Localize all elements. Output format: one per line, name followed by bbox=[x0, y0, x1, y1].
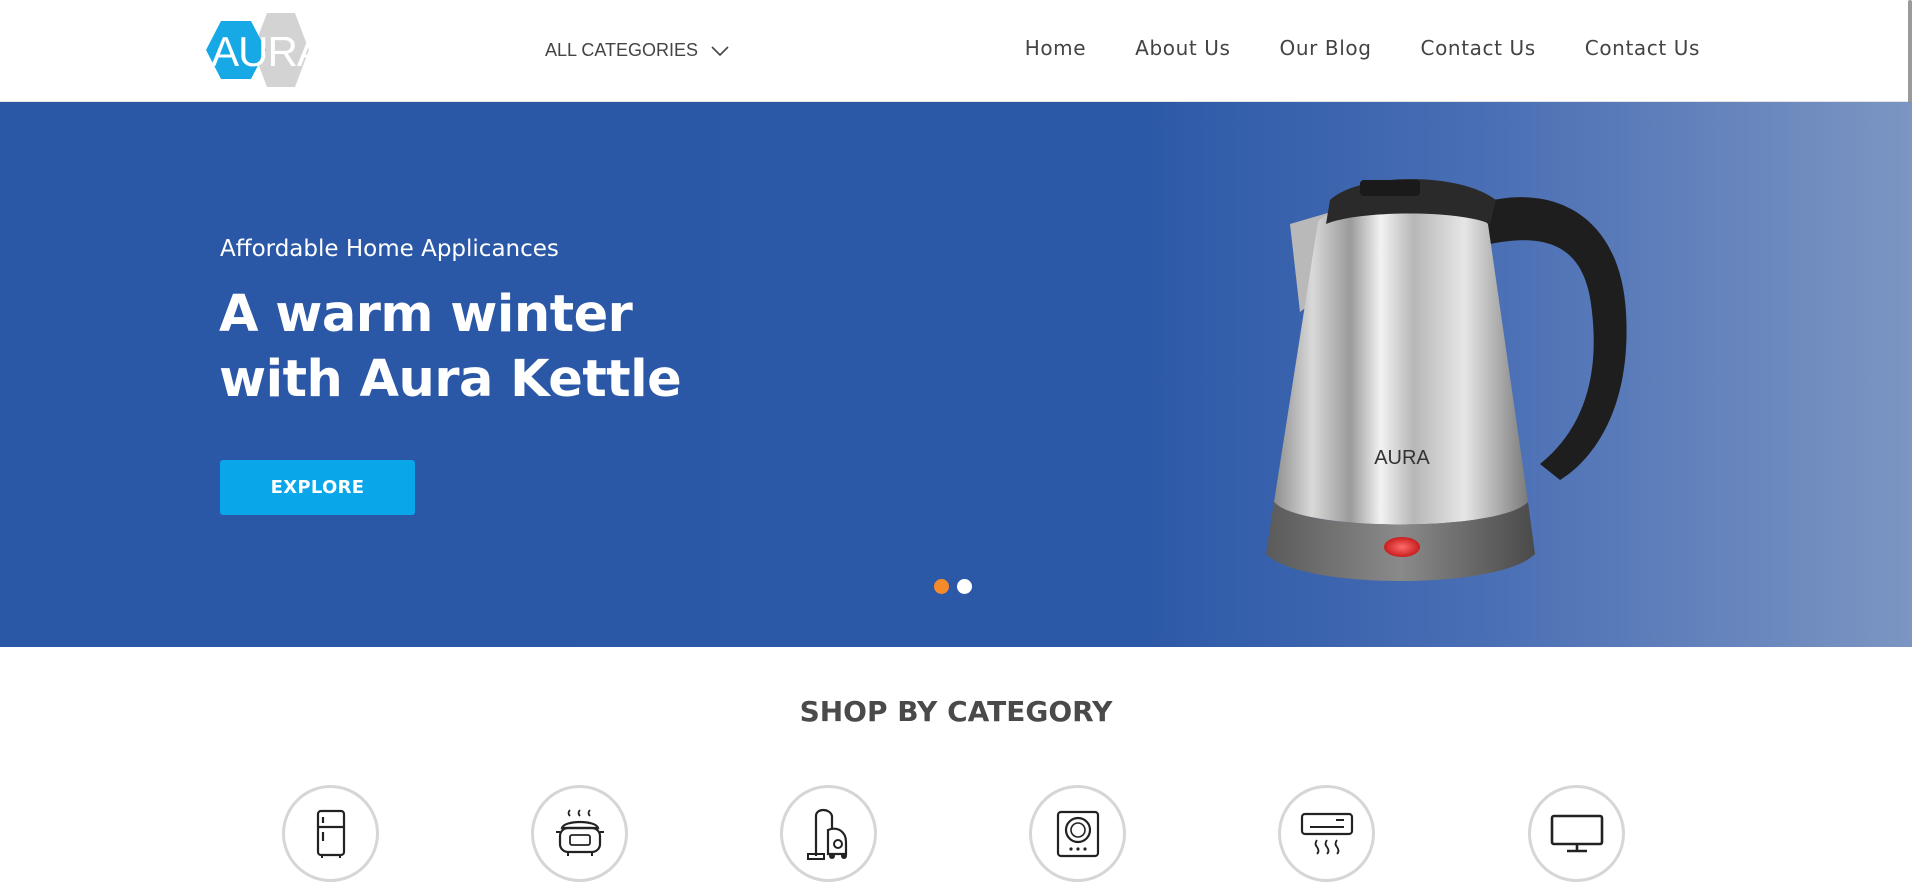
nav-our-blog[interactable]: Our Blog bbox=[1280, 36, 1372, 60]
television-icon bbox=[1550, 814, 1603, 852]
slider-dots bbox=[934, 579, 972, 594]
kettle-brand-text: AURA bbox=[1374, 447, 1430, 469]
induction-cooker-icon bbox=[1056, 810, 1099, 857]
all-categories-label: ALL CATEGORIES bbox=[545, 40, 699, 60]
hero-subtitle: Affordable Home Applicances bbox=[220, 236, 559, 262]
nav-about-us[interactable]: About Us bbox=[1135, 36, 1230, 60]
scrollbar-thumb[interactable] bbox=[1908, 0, 1912, 104]
refrigerator-icon bbox=[316, 809, 345, 858]
site-header: AURA ALL CATEGORIES Home About Us Our Bl… bbox=[0, 0, 1912, 104]
hero-title: A warm winter with Aura Kettle bbox=[219, 282, 779, 412]
rice-cooker-icon bbox=[555, 808, 604, 856]
nav-contact-us[interactable]: Contact Us bbox=[1421, 36, 1536, 60]
chevron-down-icon bbox=[711, 45, 729, 56]
shop-by-category-heading: SHOP BY CATEGORY bbox=[799, 695, 1113, 728]
category-air-conditioner[interactable] bbox=[1278, 785, 1375, 882]
hero-title-line2: with Aura Kettle bbox=[219, 350, 682, 409]
air-conditioner-icon bbox=[1300, 812, 1353, 855]
category-rice-cooker[interactable] bbox=[531, 785, 628, 882]
category-vacuum-cleaner[interactable] bbox=[780, 785, 877, 882]
category-refrigerator[interactable] bbox=[282, 785, 379, 882]
hero-slider: Affordable Home Applicances A warm winte… bbox=[0, 102, 1912, 647]
nav-home[interactable]: Home bbox=[1025, 36, 1086, 60]
all-categories-dropdown[interactable]: ALL CATEGORIES bbox=[545, 40, 730, 61]
aura-logo[interactable]: AURA bbox=[205, 10, 330, 90]
main-nav: Home About Us Our Blog Contact Us Contac… bbox=[1025, 36, 1700, 60]
hero-title-line1: A warm winter bbox=[219, 285, 633, 344]
category-icons-row bbox=[0, 785, 1912, 896]
kettle-product-image: AURA bbox=[1266, 179, 1627, 581]
vacuum-cleaner-icon bbox=[806, 808, 847, 860]
slide-dot-2[interactable] bbox=[957, 579, 972, 594]
category-television[interactable] bbox=[1528, 785, 1625, 882]
explore-button[interactable]: EXPLORE bbox=[220, 460, 415, 515]
category-induction-cooker[interactable] bbox=[1029, 785, 1126, 882]
logo-wordmark: AURA bbox=[211, 28, 325, 75]
slide-dot-1[interactable] bbox=[934, 579, 949, 594]
kettle-power-led bbox=[1384, 537, 1420, 557]
nav-contact-us-2[interactable]: Contact Us bbox=[1585, 36, 1700, 60]
